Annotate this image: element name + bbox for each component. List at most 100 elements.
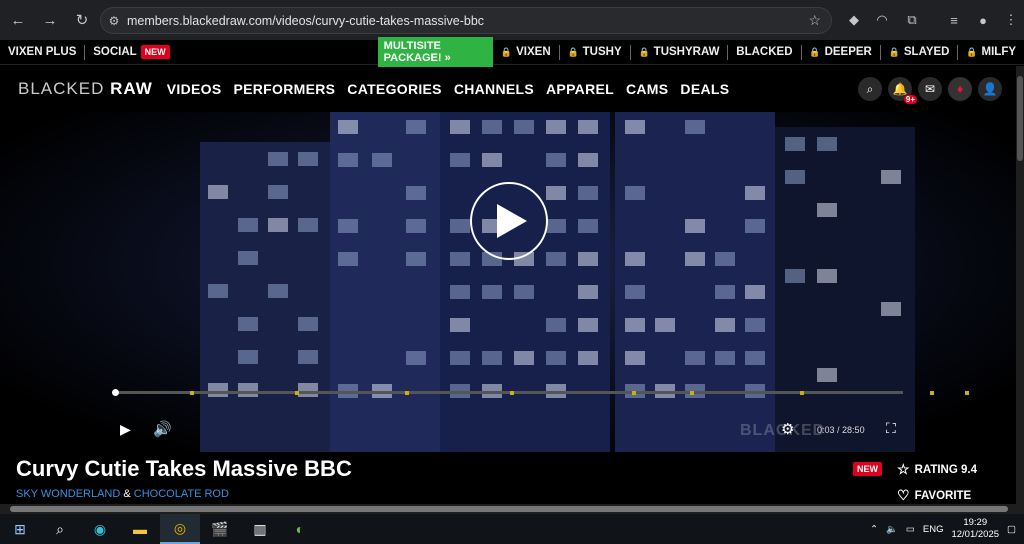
chapter-marker[interactable] bbox=[510, 391, 514, 395]
lock-icon: 🔒 bbox=[500, 46, 513, 57]
net-vixen-plus[interactable]: VIXEN PLUS bbox=[0, 46, 84, 58]
app-globe-icon[interactable]: ◐ bbox=[280, 514, 320, 544]
progress-handle[interactable] bbox=[112, 389, 119, 396]
ruby-gem-icon[interactable]: ♦ bbox=[948, 77, 972, 101]
favorite-button[interactable]: ♡ FAVORITE bbox=[897, 487, 971, 504]
video-info: Curvy Cutie Takes Massive BBC SKY WONDER… bbox=[0, 452, 1016, 504]
edge-browser-icon[interactable]: ◉ bbox=[80, 514, 120, 544]
nav-deals[interactable]: DEALS bbox=[680, 81, 729, 97]
scene-window bbox=[450, 285, 470, 299]
duration: / 28:50 bbox=[837, 425, 865, 435]
video-player[interactable]: ▶ 🔊 BLACKED ⚙ 0:03 / 28:50 ⛶ bbox=[0, 112, 1016, 452]
scene-window bbox=[546, 120, 566, 134]
scene-window bbox=[298, 218, 318, 232]
forward-arrow-icon[interactable]: → bbox=[36, 6, 64, 34]
chapter-marker[interactable] bbox=[295, 391, 299, 395]
windows-start-icon[interactable]: ⊞ bbox=[0, 514, 40, 544]
chapter-marker[interactable] bbox=[190, 391, 194, 395]
address-bar[interactable]: ⚙ members.blackedraw.com/videos/curvy-cu… bbox=[100, 7, 832, 34]
settings-gear-icon[interactable]: ⚙ bbox=[781, 420, 794, 438]
scene-window bbox=[338, 219, 358, 233]
site-info-icon[interactable]: ⚙ bbox=[101, 14, 127, 28]
current-time: 0:03 bbox=[817, 425, 835, 435]
system-tray: ⌃ 🔈 ▭ ENG 19:29 12/01/2025 ▢ bbox=[870, 517, 1016, 541]
nav-channels[interactable]: CHANNELS bbox=[454, 81, 534, 97]
net-social[interactable]: SOCIAL NEW bbox=[85, 45, 177, 59]
reload-icon[interactable]: ↻ bbox=[68, 6, 96, 34]
scene-window bbox=[685, 351, 705, 365]
horizontal-scrollbar[interactable] bbox=[0, 504, 1024, 514]
bookmark-star-icon[interactable]: ☆ bbox=[808, 12, 821, 29]
media-queue-icon[interactable]: ≡ bbox=[945, 11, 963, 29]
extension-color-icon[interactable]: ◆ bbox=[845, 11, 863, 29]
new-badge: NEW bbox=[140, 45, 170, 59]
rating-button[interactable]: ☆ RATING 9.4 bbox=[897, 461, 977, 478]
clock-time: 19:29 bbox=[963, 517, 988, 528]
scene-window bbox=[578, 351, 598, 365]
scene-window bbox=[578, 252, 598, 266]
scrollbar-thumb[interactable] bbox=[10, 506, 1008, 512]
nav-performers[interactable]: PERFORMERS bbox=[234, 81, 336, 97]
net-site-tushy[interactable]: 🔒 TUSHY bbox=[559, 46, 629, 58]
nav-categories[interactable]: CATEGORIES bbox=[347, 81, 442, 97]
nav-videos[interactable]: VIDEOS bbox=[167, 81, 222, 97]
messages-envelope-icon[interactable]: ✉ bbox=[918, 77, 942, 101]
net-site-blacked[interactable]: BLACKED bbox=[728, 46, 800, 58]
search-icon[interactable]: ⌕ bbox=[858, 77, 882, 101]
scene-window bbox=[745, 219, 765, 233]
scene-window bbox=[817, 269, 837, 283]
net-site-deeper[interactable]: 🔒 DEEPER bbox=[801, 46, 880, 58]
chapter-marker[interactable] bbox=[930, 391, 934, 395]
net-site-milfy[interactable]: 🔒 MILFY bbox=[958, 46, 1024, 58]
nav-cams[interactable]: CAMS bbox=[626, 81, 668, 97]
chapter-marker[interactable] bbox=[800, 391, 804, 395]
clock[interactable]: 19:29 12/01/2025 bbox=[951, 517, 999, 541]
profile-icon[interactable]: ● bbox=[974, 11, 992, 29]
chrome-browser-icon[interactable]: ◎ bbox=[160, 514, 200, 544]
account-user-icon[interactable]: 👤 bbox=[978, 77, 1002, 101]
scene-window bbox=[745, 285, 765, 299]
vertical-scrollbar[interactable] bbox=[1016, 66, 1024, 514]
video-editor-icon[interactable]: 🎬 bbox=[200, 514, 240, 544]
tray-chevron-up-icon[interactable]: ⌃ bbox=[870, 524, 878, 535]
performer-link[interactable]: CHOCOLATE ROD bbox=[134, 488, 229, 500]
archive-app-icon[interactable]: ▥ bbox=[240, 514, 280, 544]
notifications-icon[interactable]: ▢ bbox=[1007, 524, 1016, 535]
network-icon[interactable]: ▭ bbox=[906, 524, 915, 535]
net-site-slayed[interactable]: 🔒 SLAYED bbox=[881, 46, 958, 58]
chapter-marker[interactable] bbox=[965, 391, 969, 395]
multisite-package-button[interactable]: MULTISITE PACKAGE! » bbox=[377, 37, 493, 67]
new-badge: NEW bbox=[853, 462, 882, 476]
scrollbar-thumb[interactable] bbox=[1017, 76, 1023, 161]
scene-window bbox=[406, 186, 426, 200]
file-explorer-icon[interactable]: ▬ bbox=[120, 514, 160, 544]
notifications-bell-icon[interactable]: 🔔 9+ bbox=[888, 77, 917, 104]
chapter-marker[interactable] bbox=[405, 391, 409, 395]
play-overlay-button[interactable] bbox=[470, 182, 548, 260]
play-button[interactable]: ▶ bbox=[120, 421, 131, 438]
scene-window bbox=[482, 351, 502, 365]
nav-apparel[interactable]: APPAREL bbox=[546, 81, 614, 97]
browser-menu-icon[interactable]: ⋮ bbox=[1002, 11, 1020, 29]
speaker-icon[interactable]: 🔈 bbox=[886, 524, 898, 535]
chapter-marker[interactable] bbox=[632, 391, 636, 395]
back-arrow-icon[interactable]: ← bbox=[4, 6, 32, 34]
site-logo[interactable]: BLACKED RAW bbox=[18, 79, 153, 99]
extension-radar-icon[interactable]: ◠ bbox=[873, 11, 891, 29]
scene-window bbox=[685, 252, 705, 266]
scene-window bbox=[268, 284, 288, 298]
fullscreen-icon[interactable]: ⛶ bbox=[886, 420, 896, 437]
language-indicator[interactable]: ENG bbox=[923, 524, 944, 535]
search-icon[interactable]: ⌕ bbox=[40, 514, 80, 544]
extensions-puzzle-icon[interactable]: ⧉ bbox=[903, 11, 921, 29]
browser-toolbar: ← → ↻ ⚙ members.blackedraw.com/videos/cu… bbox=[0, 0, 1024, 40]
net-site-tushyraw[interactable]: 🔒 TUSHYRAW bbox=[630, 46, 727, 58]
chapter-marker[interactable] bbox=[690, 391, 694, 395]
scene-window bbox=[625, 252, 645, 266]
scene-window bbox=[338, 153, 358, 167]
net-site-vixen[interactable]: 🔒 VIXEN bbox=[493, 46, 559, 58]
progress-bar[interactable] bbox=[112, 389, 903, 396]
performer-link[interactable]: SKY WONDERLAND bbox=[16, 488, 120, 500]
volume-icon[interactable]: 🔊 bbox=[153, 420, 172, 438]
scene-window bbox=[625, 351, 645, 365]
